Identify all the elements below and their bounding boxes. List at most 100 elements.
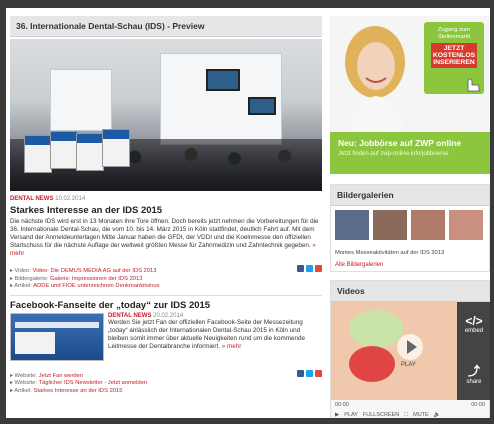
booth-screen: [248, 97, 276, 115]
article-body: Werden Sie jetzt Fan der offiziellen Fac…: [108, 319, 322, 351]
related-links: ▸ Website: Jetzt Fan werden ▸ Website: T…: [10, 373, 322, 395]
play-label: PLAY: [401, 362, 416, 368]
related-link-label: Video:: [14, 268, 31, 275]
share-icon: ⤴: [467, 364, 480, 378]
badge-text: INSERIEREN: [433, 59, 475, 66]
kicker-text: Zugang zum: [437, 27, 471, 33]
share-button[interactable]: ⤴ share: [457, 350, 490, 398]
gallery-box: Bildergalerien Montes Messeaktivitäten a…: [330, 184, 490, 272]
badge-text: KOSTENLOS: [432, 52, 476, 59]
video-overlay: </> embed ⤴ share: [457, 302, 490, 400]
video-frame-shape: [349, 310, 403, 348]
related-link-row: ▸ Video: Video: Die DEMUS MEDIA AG auf d…: [10, 268, 157, 275]
related-links: ▸ Video: Video: Die DEMUS MEDIA AG auf d…: [10, 268, 322, 290]
magazine-cover: [50, 131, 78, 169]
embed-label: embed: [464, 328, 484, 334]
page: 36. Internationale Dental-Schau (IDS) - …: [6, 8, 490, 418]
related-link-label: Artikel:: [14, 387, 32, 394]
booth-screen: [206, 69, 240, 91]
related-link-label: Bildergalerie:: [14, 275, 49, 282]
hand-cursor-icon: [467, 78, 480, 92]
job-board-ad[interactable]: Zugang zum Stellenmarkt JETZT KOSTENLOS …: [330, 16, 490, 174]
videos-box: Videos PLAY </> embed ⤴ share 00:00 00:00 …: [330, 280, 490, 418]
related-link-label: Artikel:: [14, 283, 32, 290]
videos-title: Videos: [331, 281, 489, 302]
twitter-icon[interactable]: [306, 369, 313, 377]
time-total: 00:00: [471, 402, 485, 408]
related-link-row: ▸ Website: Jetzt Fan werden: [10, 372, 84, 379]
related-link-row: ▸ Website: Täglicher IDS Newsletter - Je…: [10, 380, 148, 387]
facebook-icon[interactable]: [297, 369, 304, 377]
section-title: 36. Internationale Dental-Schau (IDS) - …: [10, 16, 322, 37]
facebook-icon[interactable]: [297, 265, 304, 273]
twitter-icon[interactable]: [306, 265, 313, 273]
magazine-cover: [76, 133, 104, 171]
article-headline[interactable]: Starkes Interesse an der IDS 2015: [10, 205, 322, 216]
related-link[interactable]: Täglicher IDS Newsletter - Jetzt anmelde…: [39, 380, 148, 386]
related-link[interactable]: Galerie: Impressionen der IDS 2013: [50, 276, 142, 282]
video-player[interactable]: PLAY </> embed ⤴ share: [331, 302, 490, 400]
article-body-text: Die nächste IDS wird erst in 13 Monaten …: [10, 218, 319, 250]
share-label: share: [466, 379, 482, 385]
related-link-label: Website:: [14, 372, 37, 379]
hero-image[interactable]: [10, 39, 322, 191]
time-current: 00:00: [335, 402, 349, 408]
googleplus-icon[interactable]: [315, 265, 322, 273]
googleplus-icon[interactable]: [315, 369, 322, 377]
share-icons: [10, 259, 322, 273]
article-row: DENTAL NEWS 20.02.2014 Werden Sie jetzt …: [10, 312, 322, 363]
play-button[interactable]: PLAY: [344, 412, 358, 418]
gallery-caption[interactable]: Montes Messeaktivitäten auf der IDS 2013: [331, 250, 489, 256]
embed-icon: </>: [465, 314, 483, 328]
thumbnail-content: [15, 331, 55, 354]
play-icon[interactable]: [397, 334, 423, 360]
video-frame-shape: [349, 346, 395, 382]
article-text: DENTAL NEWS 20.02.2014 Werden Sie jetzt …: [108, 313, 322, 351]
article-body-text: Werden Sie jetzt Fan der offiziellen Fac…: [108, 318, 306, 350]
kicker-text: Stellenmarkt: [437, 34, 471, 40]
article-headline[interactable]: Facebook-Fanseite der „today“ zur IDS 20…: [10, 300, 322, 311]
gallery-thumbnail[interactable]: [373, 210, 407, 240]
post-job-badge[interactable]: JETZT KOSTENLOS INSERIEREN: [431, 43, 477, 68]
gallery-title: Bildergalerien: [331, 185, 489, 206]
related-link[interactable]: Starkes Interesse an der IDS 2015: [34, 388, 123, 394]
ad-subline: Jetzt finden auf zwp-online.info/jobboer…: [338, 151, 449, 157]
woman-photo: [345, 26, 406, 140]
article-body: Die nächste IDS wird erst in 13 Monaten …: [10, 218, 322, 258]
related-link[interactable]: Jetzt Fan werden: [39, 373, 83, 379]
facebook-page-thumbnail[interactable]: [10, 312, 104, 361]
article-meta: DENTAL NEWS 10.02.2014: [10, 196, 322, 202]
ad-kicker[interactable]: Zugang zum Stellenmarkt JETZT KOSTENLOS …: [424, 22, 484, 94]
magazine-cover: [102, 129, 130, 167]
booth-wall: [50, 69, 112, 131]
gallery-thumbnail[interactable]: [335, 210, 369, 240]
share-icons: [10, 364, 322, 377]
gallery-thumbnails: [331, 206, 489, 256]
related-link[interactable]: Video: Die DEMUS MEDIA AG auf der IDS 20…: [33, 268, 157, 274]
fullscreen-button[interactable]: FULLSCREEN: [363, 412, 399, 418]
main-column: 36. Internationale Dental-Schau (IDS) - …: [10, 16, 322, 416]
all-galleries-link[interactable]: Alle Bildergalerien: [331, 262, 489, 271]
badge-text: JETZT: [443, 45, 465, 52]
sidebar: Zugang zum Stellenmarkt JETZT KOSTENLOS …: [330, 16, 490, 418]
mute-button[interactable]: MUTE: [413, 412, 429, 418]
read-more-link[interactable]: » mehr: [222, 343, 242, 350]
related-link-row: ▸ Artikel: Starkes Interesse an der IDS …: [10, 387, 123, 394]
article-category[interactable]: DENTAL NEWS: [10, 196, 53, 202]
play-icon[interactable]: ▶: [335, 412, 339, 418]
related-link[interactable]: ADDE und FIOE unterzeichnen Denkmankitsi…: [33, 283, 159, 289]
related-link-row: ▸ Bildergalerie: Galerie: Impressionen d…: [10, 275, 143, 282]
ad-headline: Neu: Jobbörse auf ZWP online: [338, 138, 462, 148]
gallery-thumbnail[interactable]: [411, 210, 445, 240]
gallery-thumbnail[interactable]: [449, 210, 483, 240]
video-controls: 00:00 00:00 ▶ PLAY FULLSCREEN ⛶ MUTE 🔈: [331, 400, 489, 418]
divider: [10, 294, 322, 296]
control-row: ▶ PLAY FULLSCREEN ⛶ MUTE 🔈: [335, 412, 485, 418]
volume-icon[interactable]: 🔈: [434, 412, 441, 418]
ad-banner[interactable]: Neu: Jobbörse auf ZWP online Jetzt finde…: [330, 132, 490, 174]
embed-button[interactable]: </> embed: [457, 302, 490, 350]
related-link-row: ▸ Artikel: ADDE und FIOE unterzeichnen D…: [10, 283, 160, 290]
thumbnail-header: [15, 321, 99, 328]
fullscreen-icon[interactable]: ⛶: [404, 412, 408, 418]
article-date: 10.02.2014: [55, 196, 86, 202]
